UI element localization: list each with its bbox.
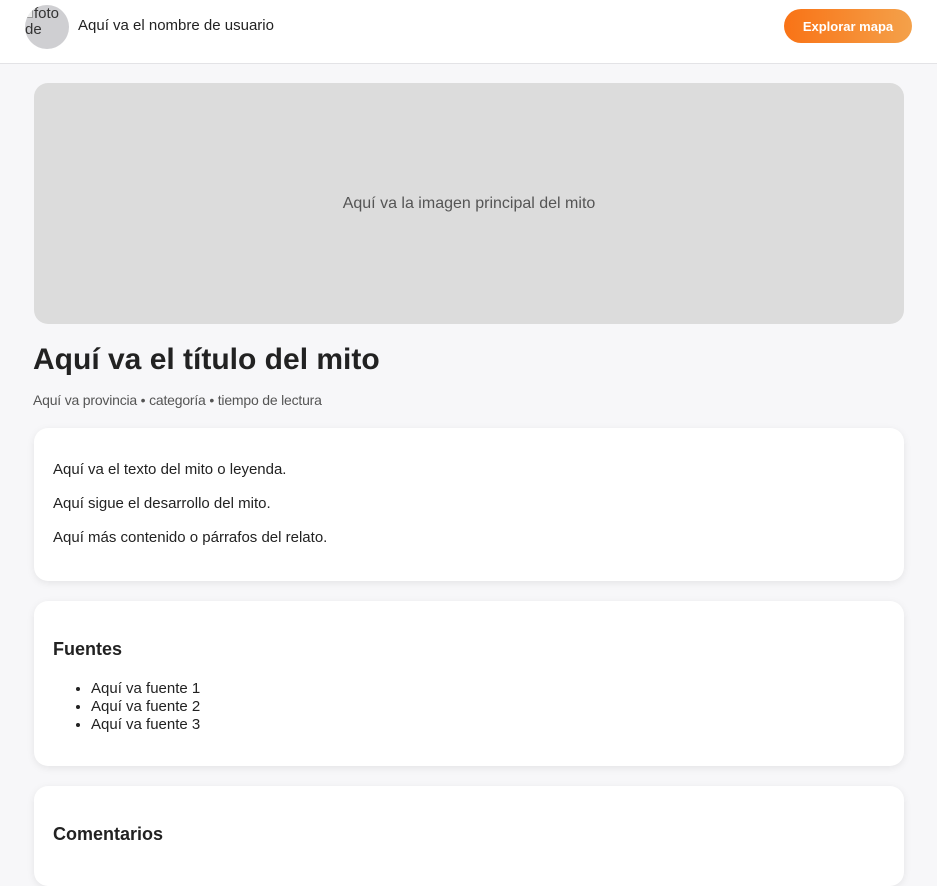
story-paragraph: Aquí va el texto del mito o leyenda. [53, 461, 287, 478]
sources-card: Fuentes Aquí va fuente 1 Aquí va fuente … [34, 601, 904, 766]
story-paragraph: Aquí más contenido o párrafos del relato… [53, 529, 328, 546]
username: Aquí va el nombre de usuario [78, 17, 274, 34]
page-title: Aquí va el título del mito [33, 343, 380, 376]
source-item: Aquí va fuente 3 [91, 716, 885, 734]
hero-placeholder-text: Aquí va la imagen principal del mito [342, 194, 596, 212]
comments-card: Comentarios [34, 786, 904, 886]
avatar-alt-text: foto de [25, 5, 60, 38]
comments-heading: Comentarios [53, 824, 164, 844]
source-item: Aquí va fuente 2 [91, 698, 885, 716]
broken-image-icon [25, 9, 33, 18]
sources-heading: Fuentes [53, 639, 123, 659]
avatar[interactable]: foto de [25, 5, 69, 49]
explore-map-button[interactable]: Explorar mapa [784, 9, 912, 43]
myth-meta: Aquí va provincia • categoría • tiempo d… [33, 392, 322, 408]
sources-list: Aquí va fuente 1 Aquí va fuente 2 Aquí v… [53, 680, 885, 734]
story-card: Aquí va el texto del mito o leyenda. Aqu… [34, 428, 904, 581]
hero-image-placeholder: Aquí va la imagen principal del mito [34, 83, 904, 324]
top-bar: foto de Aquí va el nombre de usuario Exp… [0, 0, 937, 64]
source-item: Aquí va fuente 1 [91, 680, 885, 698]
story-paragraph: Aquí sigue el desarrollo del mito. [53, 495, 271, 512]
